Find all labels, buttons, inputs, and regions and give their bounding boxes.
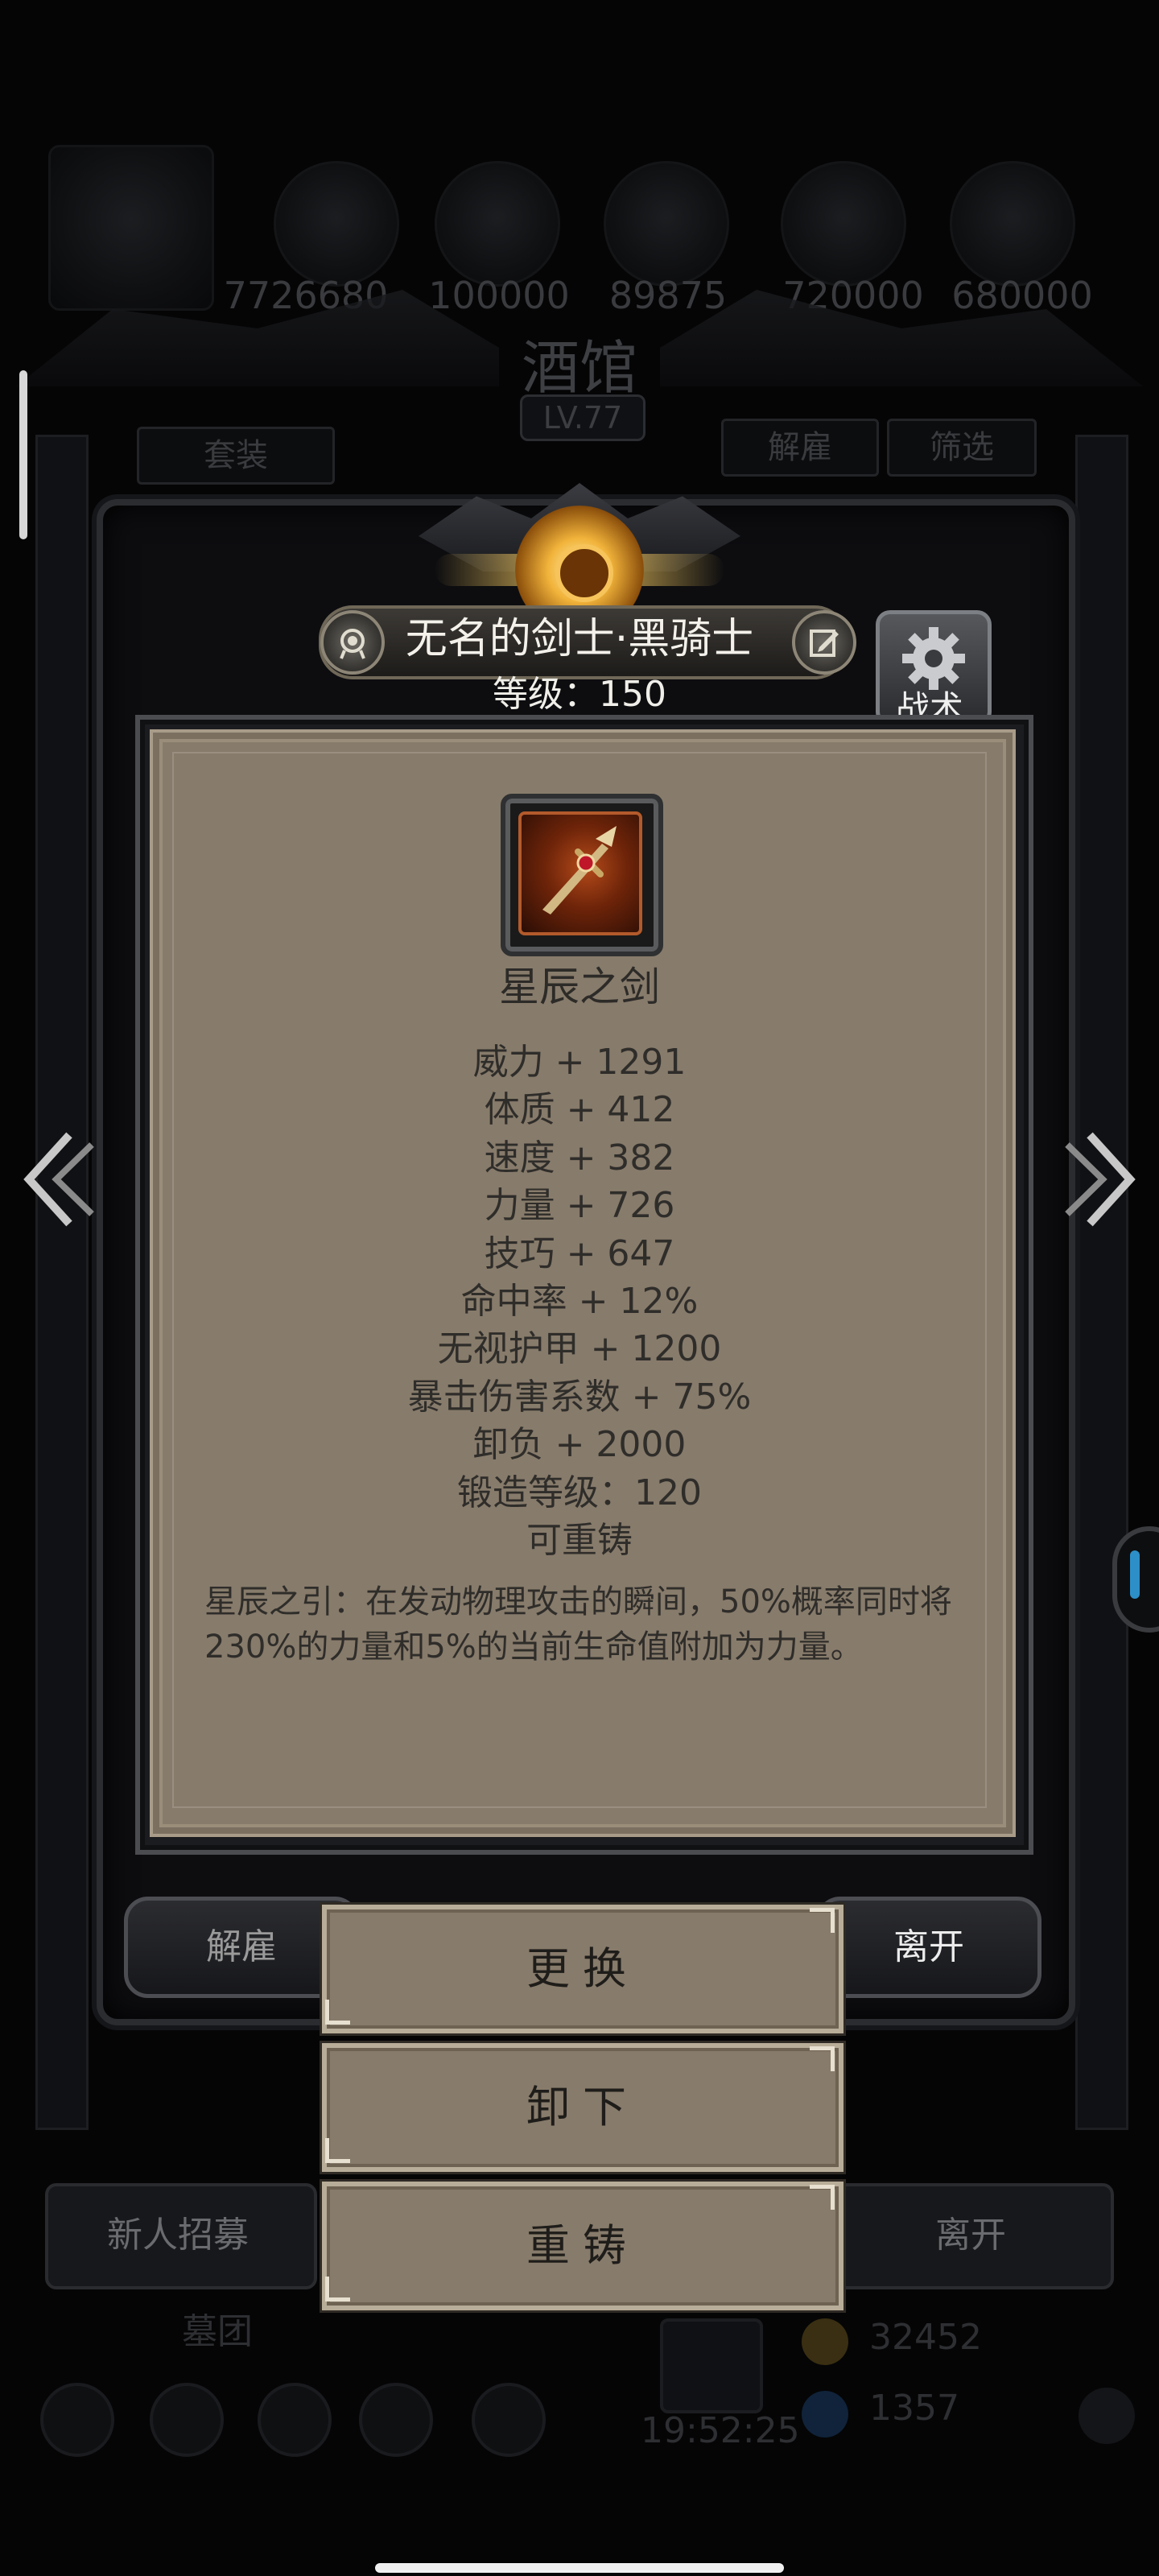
button-corner-ornament bbox=[810, 2185, 835, 2210]
scroll-indicator bbox=[19, 370, 27, 539]
hero-name: 无名的剑士·黑骑士 bbox=[405, 615, 754, 663]
next-arrow-icon[interactable] bbox=[1061, 1127, 1141, 1232]
button-corner-ornament bbox=[325, 2277, 350, 2301]
stone-resource-icon bbox=[950, 161, 1075, 287]
button-corner-ornament bbox=[810, 1908, 835, 1933]
event-timer: 19:52:25 bbox=[641, 2410, 800, 2451]
menu-icon bbox=[258, 2383, 332, 2457]
gift-icon bbox=[660, 2318, 763, 2413]
gold-amount: 32452 bbox=[869, 2317, 982, 2358]
stat-line: 卸负 + 2000 bbox=[472, 1424, 687, 1466]
tavern-title: 酒馆 bbox=[521, 334, 637, 402]
set-button: 套装 bbox=[137, 427, 335, 485]
dismiss-tab-button: 解雇 bbox=[721, 419, 879, 477]
menu-icon bbox=[150, 2383, 224, 2457]
emblem-core bbox=[555, 544, 613, 602]
tavern-level: LV.77 bbox=[520, 394, 645, 441]
wood-resource-icon bbox=[274, 161, 399, 287]
drawer-indicator-icon bbox=[1130, 1550, 1140, 1599]
filter-button: 筛选 bbox=[887, 419, 1037, 477]
reforge-button[interactable]: 重铸 bbox=[322, 2182, 843, 2310]
guild-label: 墓团 bbox=[182, 2311, 253, 2352]
menu-icon bbox=[359, 2383, 433, 2457]
stat-line: 命中率 + 12% bbox=[460, 1280, 699, 1322]
menu-icon bbox=[40, 2383, 114, 2457]
previous-arrow-icon[interactable] bbox=[18, 1127, 98, 1232]
unequip-button[interactable]: 卸下 bbox=[322, 2043, 843, 2172]
food-resource-icon bbox=[435, 161, 560, 287]
stat-line: 暴击伤害系数 + 75% bbox=[407, 1376, 752, 1418]
home-indicator[interactable] bbox=[375, 2563, 784, 2573]
stat-line: 威力 + 1291 bbox=[472, 1042, 687, 1083]
stat-line: 体质 + 412 bbox=[484, 1089, 675, 1131]
stat-line: 技巧 + 647 bbox=[484, 1232, 675, 1274]
item-name: 星辰之剑 bbox=[499, 964, 660, 1010]
button-corner-ornament bbox=[325, 2138, 350, 2163]
stat-line: 无视护甲 + 1200 bbox=[437, 1328, 722, 1370]
gem-amount: 1357 bbox=[869, 2388, 959, 2429]
button-corner-ornament bbox=[810, 2046, 835, 2071]
hero-portrait-slot bbox=[48, 145, 214, 311]
menu-icon bbox=[472, 2383, 546, 2457]
resource-value: 680000 bbox=[951, 274, 1093, 317]
leave-button[interactable]: 离开 bbox=[816, 1897, 1041, 1998]
stat-line: 锻造等级：120 bbox=[457, 1472, 702, 1513]
iron-resource-icon bbox=[604, 161, 729, 287]
bg-leave-label: 离开 bbox=[935, 2215, 1006, 2256]
button-corner-ornament bbox=[325, 2000, 350, 2025]
recruit-label: 新人招募 bbox=[107, 2215, 249, 2256]
stat-line: 力量 + 726 bbox=[484, 1185, 675, 1227]
gem-icon bbox=[802, 2391, 848, 2438]
stat-line: 速度 + 382 bbox=[484, 1137, 675, 1179]
item-description: 星辰之引：在发动物理攻击的瞬间，50%概率同时将230%的力量和5%的当前生命值… bbox=[204, 1583, 952, 1666]
replace-button[interactable]: 更换 bbox=[322, 1905, 843, 2033]
item-stats-list: 威力 + 1291 体质 + 412 速度 + 382 力量 + 726 技巧 … bbox=[150, 1038, 1009, 1564]
sword-icon bbox=[518, 811, 642, 935]
crystal-resource-icon bbox=[781, 161, 906, 287]
add-icon bbox=[1079, 2388, 1135, 2444]
stat-line: 可重铸 bbox=[526, 1519, 633, 1561]
gold-coin-icon bbox=[802, 2318, 848, 2365]
